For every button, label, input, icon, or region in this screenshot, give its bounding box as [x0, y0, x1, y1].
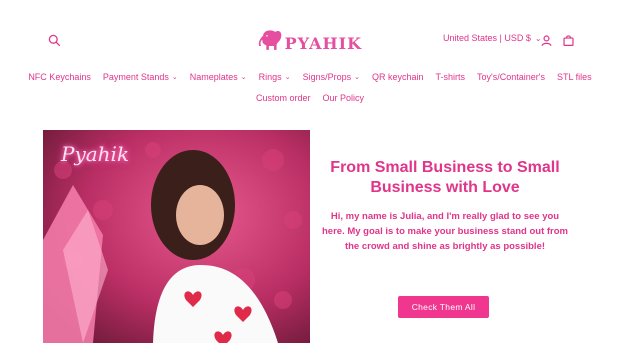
account-icon[interactable] [535, 29, 557, 51]
cart-icon[interactable] [557, 29, 579, 51]
nav-item-custom-order[interactable]: Custom order [250, 91, 317, 105]
nav-item-t-shirts[interactable]: T-shirts [430, 70, 472, 84]
nav-row-secondary: Custom order Our Policy [0, 91, 620, 105]
locale-selector[interactable]: United States | USD $ ⌄ [443, 33, 542, 43]
logo-text: PYAHIK [284, 33, 362, 53]
hero-description: Hi, my name is Julia, and I'm really gla… [322, 211, 568, 252]
nav-item-nfc-keychains[interactable]: NFC Keychains [22, 70, 97, 84]
nav-row-primary: NFC Keychains Payment Stands ⌄ Nameplates ⌄ R… [0, 70, 620, 84]
nav-item-label: Toy's/Container's [477, 72, 545, 82]
hero-content: From Small Business to Small Business wi… [320, 158, 570, 254]
check-them-all-button[interactable]: Check Them All [398, 296, 489, 318]
search-icon[interactable] [43, 29, 65, 51]
nav-item-label: T-shirts [435, 72, 466, 82]
site-header: PYAHIK United States | USD $ ⌄ [0, 0, 620, 72]
nav-item-qr-keychain[interactable]: QR keychain [366, 70, 430, 84]
nav-item-label: Payment Stands [102, 72, 169, 82]
nav-item-our-policy[interactable]: Our Policy [317, 91, 371, 105]
nav-item-label: Custom order [255, 93, 311, 103]
nav-item-label: STL files [556, 72, 592, 82]
nav-item-label: Rings [258, 72, 282, 82]
locale-label: United States | USD $ [443, 33, 531, 43]
chevron-down-icon: ⌄ [354, 74, 360, 81]
nav-item-toy-s-container-s[interactable]: Toy's/Container's [471, 70, 551, 84]
neon-sign-text: Pyahik [61, 142, 130, 166]
nav-item-label: Signs/Props [302, 72, 352, 82]
chevron-down-icon: ⌄ [171, 74, 178, 81]
nav-item-label: QR keychain [371, 72, 424, 82]
nav-item-label: NFC Keychains [28, 72, 91, 82]
nav-item-label: Our Policy [322, 93, 365, 103]
chevron-down-icon: ⌄ [240, 74, 247, 81]
nav-item-payment-stands[interactable]: Payment Stands ⌄ [97, 70, 184, 84]
elephant-logo-icon [258, 30, 282, 50]
chevron-down-icon: ⌄ [284, 74, 291, 81]
nav-item-signs-props[interactable]: Signs/Props ⌄ [297, 70, 366, 84]
nav-item-label: Nameplates [189, 72, 238, 82]
nav-item-stl-files[interactable]: STL files [551, 70, 598, 84]
site-logo[interactable]: PYAHIK [258, 18, 362, 60]
hero-image: Pyahik [43, 130, 310, 343]
nav-item-rings[interactable]: Rings ⌄ [253, 70, 297, 84]
nav-item-nameplates[interactable]: Nameplates ⌄ [184, 70, 253, 84]
hero-title: From Small Business to Small Business wi… [330, 159, 560, 196]
main-nav: NFC Keychains Payment Stands ⌄ Nameplates ⌄ R… [0, 70, 620, 105]
